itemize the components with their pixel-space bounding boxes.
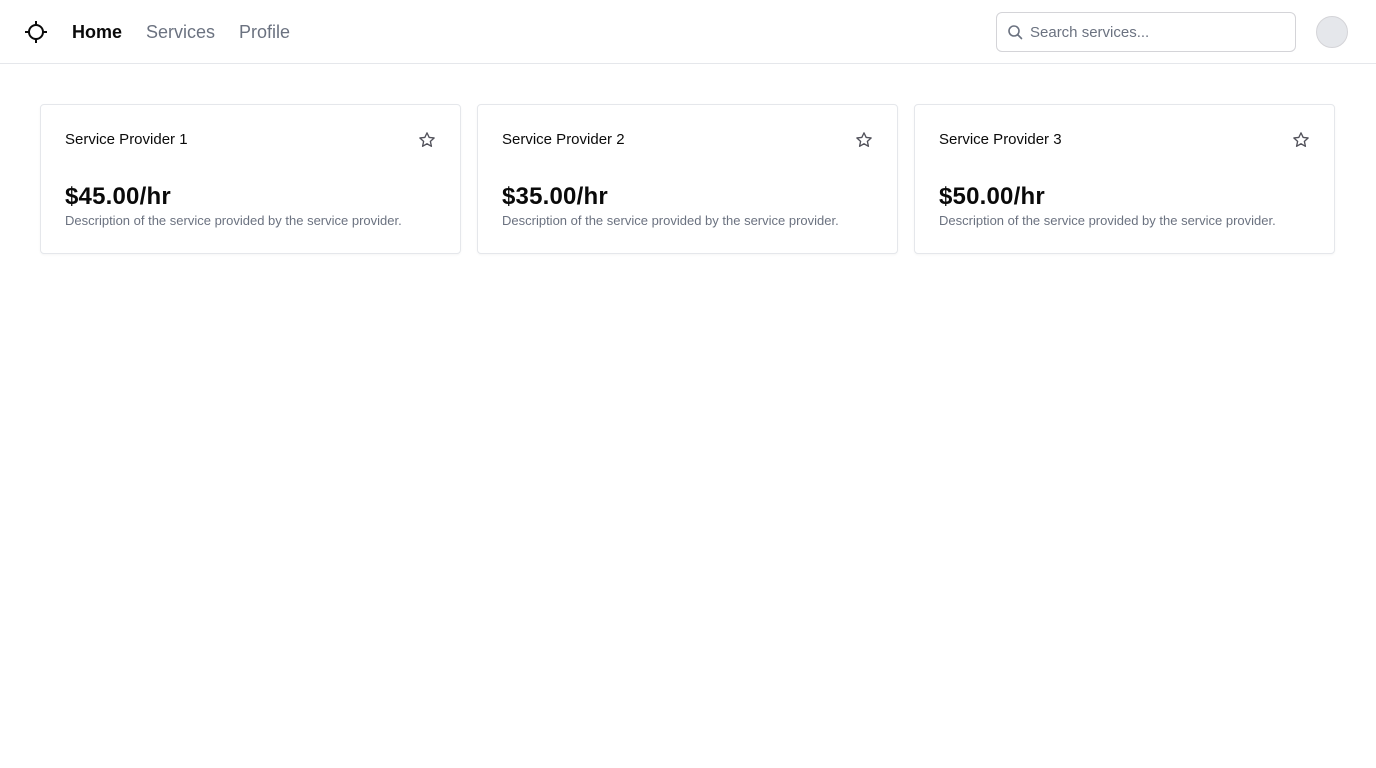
star-icon[interactable] bbox=[1292, 131, 1310, 149]
service-card[interactable]: Service Provider 1 $45.00/hr Description… bbox=[40, 104, 461, 254]
main-nav: Home Services Profile bbox=[72, 0, 290, 64]
card-title: Service Provider 2 bbox=[502, 131, 625, 148]
card-price: $35.00/hr bbox=[502, 183, 608, 210]
star-icon[interactable] bbox=[418, 131, 436, 149]
service-cards-grid: Service Provider 1 $45.00/hr Description… bbox=[40, 104, 1336, 254]
top-navbar: Home Services Profile bbox=[0, 0, 1376, 64]
card-title: Service Provider 1 bbox=[65, 131, 188, 148]
card-price: $45.00/hr bbox=[65, 183, 171, 210]
search-input[interactable] bbox=[1030, 14, 1285, 50]
service-card[interactable]: Service Provider 3 $50.00/hr Description… bbox=[914, 104, 1335, 254]
nav-profile-link[interactable]: Profile bbox=[239, 23, 290, 41]
card-description: Description of the service provided by t… bbox=[65, 213, 402, 228]
card-title: Service Provider 3 bbox=[939, 131, 1062, 148]
search-icon bbox=[1008, 25, 1023, 40]
card-description: Description of the service provided by t… bbox=[502, 213, 839, 228]
service-card[interactable]: Service Provider 2 $35.00/hr Description… bbox=[477, 104, 898, 254]
card-price: $50.00/hr bbox=[939, 183, 1045, 210]
card-description: Description of the service provided by t… bbox=[939, 213, 1276, 228]
crosshair-icon[interactable] bbox=[24, 20, 48, 44]
avatar[interactable] bbox=[1316, 16, 1348, 48]
star-icon[interactable] bbox=[855, 131, 873, 149]
nav-services-link[interactable]: Services bbox=[146, 23, 215, 41]
nav-home-link[interactable]: Home bbox=[72, 23, 122, 41]
search-box bbox=[996, 12, 1296, 52]
